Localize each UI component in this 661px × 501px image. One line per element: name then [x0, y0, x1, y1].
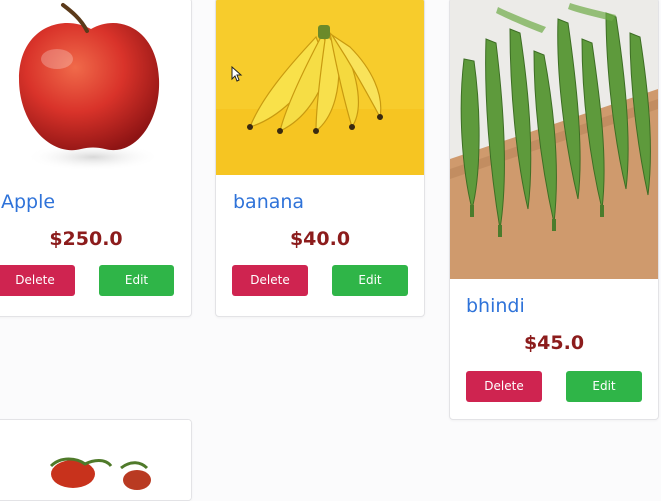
okra-image: [450, 0, 658, 279]
apple-image: [0, 0, 191, 174]
edit-button[interactable]: Edit: [99, 265, 174, 296]
product-name: banana: [233, 191, 305, 213]
mouse-cursor-icon: [231, 66, 243, 82]
product-name: Apple: [1, 191, 56, 213]
edit-button[interactable]: Edit: [332, 265, 408, 296]
product-card: banana $40.0 Delete Edit: [215, 0, 425, 317]
delete-button[interactable]: Delete: [0, 265, 75, 296]
product-price: $45.0: [523, 332, 585, 354]
product-card: [0, 419, 192, 501]
product-card: bhindi $45.0 Delete Edit: [449, 0, 659, 420]
tomato-image: [0, 420, 191, 500]
delete-button[interactable]: Delete: [232, 265, 308, 296]
product-price: $40.0: [289, 228, 351, 250]
edit-button[interactable]: Edit: [566, 371, 642, 402]
product-name: bhindi: [466, 295, 525, 317]
product-card: Apple $250.0 Delete Edit: [0, 0, 192, 317]
banana-image: [216, 0, 424, 175]
delete-button[interactable]: Delete: [466, 371, 542, 402]
product-price: $250.0: [49, 228, 123, 250]
